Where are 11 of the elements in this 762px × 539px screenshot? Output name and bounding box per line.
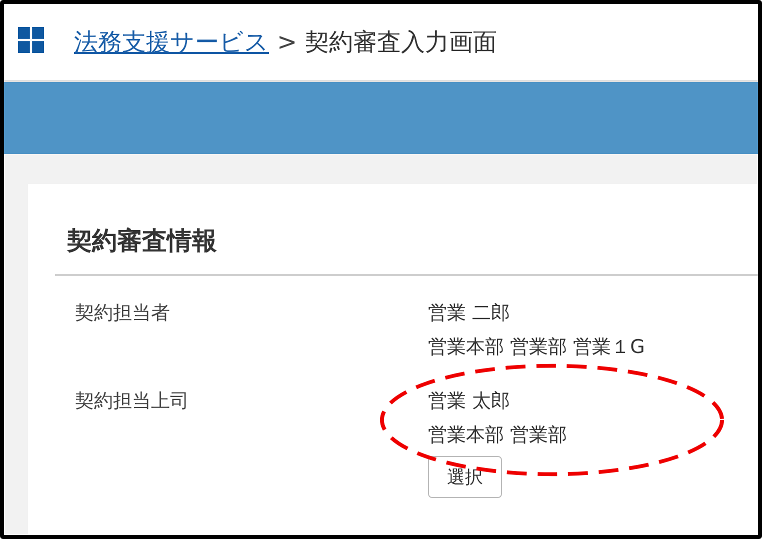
breadcrumb-separator: > bbox=[277, 28, 298, 56]
breadcrumb-link[interactable]: 法務支援サービス bbox=[74, 26, 269, 58]
field-label: 契約担当上司 bbox=[74, 389, 190, 414]
field-value: 営業本部 営業部 bbox=[428, 423, 568, 448]
field-value: 営業 太郎 bbox=[428, 389, 512, 414]
section-title: 契約審査情報 bbox=[67, 225, 218, 257]
field-value: 営業 二郎 bbox=[428, 301, 512, 326]
field-label: 契約担当者 bbox=[74, 301, 171, 326]
field-value: 営業本部 営業部 営業１G bbox=[428, 335, 645, 360]
grid-icon bbox=[18, 27, 44, 53]
page-title: 契約審査入力画面 bbox=[305, 27, 498, 58]
